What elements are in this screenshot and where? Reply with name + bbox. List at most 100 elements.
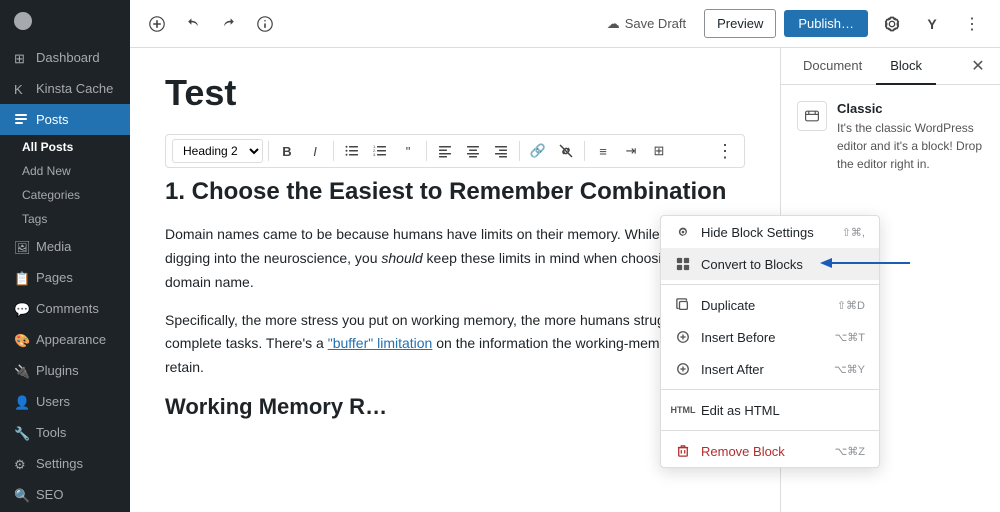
unordered-list-button[interactable] (339, 138, 365, 164)
users-icon: 👤 (14, 395, 28, 409)
menu-item-duplicate[interactable]: Duplicate ⇧⌘D (661, 289, 879, 321)
sidebar-item-dashboard[interactable]: ⊞ Dashboard (0, 42, 130, 73)
settings-button[interactable] (876, 8, 908, 40)
duplicate-shortcut: ⇧⌘D (837, 299, 865, 312)
sidebar-item-media[interactable]: 🖼 Media (0, 231, 130, 262)
panel-close-button[interactable]: ✕ (964, 52, 992, 80)
toolbar-more-button[interactable]: ⋮ (712, 138, 738, 164)
edit-as-html-label: Edit as HTML (701, 403, 780, 418)
buffer-link[interactable]: "buffer" limitation (328, 335, 433, 351)
plugin-button[interactable]: Y (916, 8, 948, 40)
hide-settings-shortcut: ⇧⌘, (842, 226, 865, 239)
link-button[interactable]: 🔗 (525, 138, 551, 164)
sidebar-item-appearance[interactable]: 🎨 Appearance (0, 324, 130, 355)
sidebar-item-pages[interactable]: 📋 Pages (0, 262, 130, 293)
section-heading: Working Memory R… (165, 394, 745, 420)
topbar-left-icons (142, 9, 280, 39)
insert-after-label: Insert After (701, 362, 764, 377)
seo-icon: 🔍 (14, 488, 28, 502)
block-heading[interactable]: 1. Choose the Easiest to Remember Combin… (165, 176, 745, 207)
publish-button[interactable]: Publish… (784, 10, 868, 37)
wp-logo-icon (14, 12, 32, 30)
block-toolbar: Heading 2 Paragraph Heading 1 Heading 3 … (165, 134, 745, 168)
toolbar-separator-4 (519, 141, 520, 161)
menu-divider-1 (661, 284, 879, 285)
heading-select[interactable]: Heading 2 Paragraph Heading 1 Heading 3 (172, 139, 263, 163)
sidebar-item-plugins[interactable]: 🔌 Plugins (0, 355, 130, 386)
unlink-button[interactable] (553, 138, 579, 164)
hide-settings-icon (675, 224, 691, 240)
sidebar-item-seo[interactable]: 🔍 SEO (0, 479, 130, 510)
sidebar-item-kinsta[interactable]: K Kinsta Cache (0, 73, 130, 104)
tab-document[interactable]: Document (789, 48, 876, 85)
panel-tabs: Document Block ✕ (781, 48, 1000, 85)
post-title[interactable]: Test (165, 72, 745, 114)
table-button[interactable]: ⊞ (646, 138, 672, 164)
undo-button[interactable] (178, 9, 208, 39)
menu-item-insert-after[interactable]: Insert After ⌥⌘Y (661, 353, 879, 385)
sidebar-sub-categories[interactable]: Categories (0, 183, 130, 207)
edit-html-icon: HTML (675, 402, 691, 418)
toolbar-separator-2 (333, 141, 334, 161)
add-block-button[interactable] (142, 9, 172, 39)
sidebar-item-settings[interactable]: ⚙ Settings (0, 448, 130, 479)
sidebar-sub-add-new[interactable]: Add New (0, 159, 130, 183)
toolbar-separator-1 (268, 141, 269, 161)
insert-after-icon (675, 361, 691, 377)
ordered-list-button[interactable]: 1.2.3. (367, 138, 393, 164)
body-paragraph-2[interactable]: Specifically, the more stress you put on… (165, 309, 745, 380)
body-paragraph-1[interactable]: Domain names came to be because humans h… (165, 223, 745, 294)
menu-divider-2 (661, 389, 879, 390)
plugin-y-icon: Y (927, 16, 936, 32)
sidebar-item-posts[interactable]: Posts (0, 104, 130, 135)
remove-block-label: Remove Block (701, 444, 785, 459)
classic-block-title: Classic (837, 101, 984, 116)
duplicate-icon (675, 297, 691, 313)
classic-block-icon (797, 101, 827, 131)
align-right-button[interactable] (488, 138, 514, 164)
quote-button[interactable]: " (395, 138, 421, 164)
bold-button[interactable]: B (274, 138, 300, 164)
arrow-annotation (820, 253, 910, 273)
posts-icon (14, 113, 28, 127)
redo-button[interactable] (214, 9, 244, 39)
classic-block-info: Classic It's the classic WordPress edito… (797, 101, 984, 173)
menu-item-remove-block[interactable]: Remove Block ⌥⌘Z (661, 435, 879, 467)
tab-block[interactable]: Block (876, 48, 936, 85)
preview-button[interactable]: Preview (704, 9, 776, 38)
menu-item-insert-before[interactable]: Insert Before ⌥⌘T (661, 321, 879, 353)
plugins-icon: 🔌 (14, 364, 28, 378)
info-button[interactable] (250, 9, 280, 39)
remove-block-icon (675, 443, 691, 459)
body-para1-em: should (381, 250, 422, 266)
convert-blocks-icon (675, 256, 691, 272)
sidebar-item-comments[interactable]: 💬 Comments (0, 293, 130, 324)
sidebar: ⊞ Dashboard K Kinsta Cache Posts All Pos… (0, 0, 130, 512)
indent-button[interactable]: ⇥ (618, 138, 644, 164)
align-center-button[interactable] (460, 138, 486, 164)
insert-before-shortcut: ⌥⌘T (835, 331, 865, 344)
save-draft-button[interactable]: ☁ Save Draft (597, 10, 696, 38)
sidebar-sub-tags[interactable]: Tags (0, 207, 130, 231)
sidebar-item-users[interactable]: 👤 Users (0, 386, 130, 417)
insert-before-icon (675, 329, 691, 345)
italic-button[interactable]: I (302, 138, 328, 164)
insert-before-label: Insert Before (701, 330, 775, 345)
justify-button[interactable]: ≡ (590, 138, 616, 164)
more-options-button[interactable]: ⋮ (956, 8, 988, 40)
sidebar-sub-all-posts[interactable]: All Posts (0, 135, 130, 159)
remove-block-shortcut: ⌥⌘Z (835, 445, 865, 458)
toolbar-separator-3 (426, 141, 427, 161)
topbar: ☁ Save Draft Preview Publish… Y ⋮ (130, 0, 1000, 48)
duplicate-label: Duplicate (701, 298, 755, 313)
classic-block-desc: It's the classic WordPress editor and it… (837, 119, 984, 173)
kinsta-icon: K (14, 82, 28, 96)
svg-text:3.: 3. (373, 152, 376, 157)
menu-item-hide-block-settings[interactable]: Hide Block Settings ⇧⌘, (661, 216, 879, 248)
align-left-button[interactable] (432, 138, 458, 164)
dashboard-icon: ⊞ (14, 51, 28, 65)
sidebar-item-tools[interactable]: 🔧 Tools (0, 417, 130, 448)
hide-block-settings-label: Hide Block Settings (701, 225, 814, 240)
menu-item-edit-as-html[interactable]: HTML Edit as HTML (661, 394, 879, 426)
convert-to-blocks-label: Convert to Blocks (701, 257, 803, 272)
